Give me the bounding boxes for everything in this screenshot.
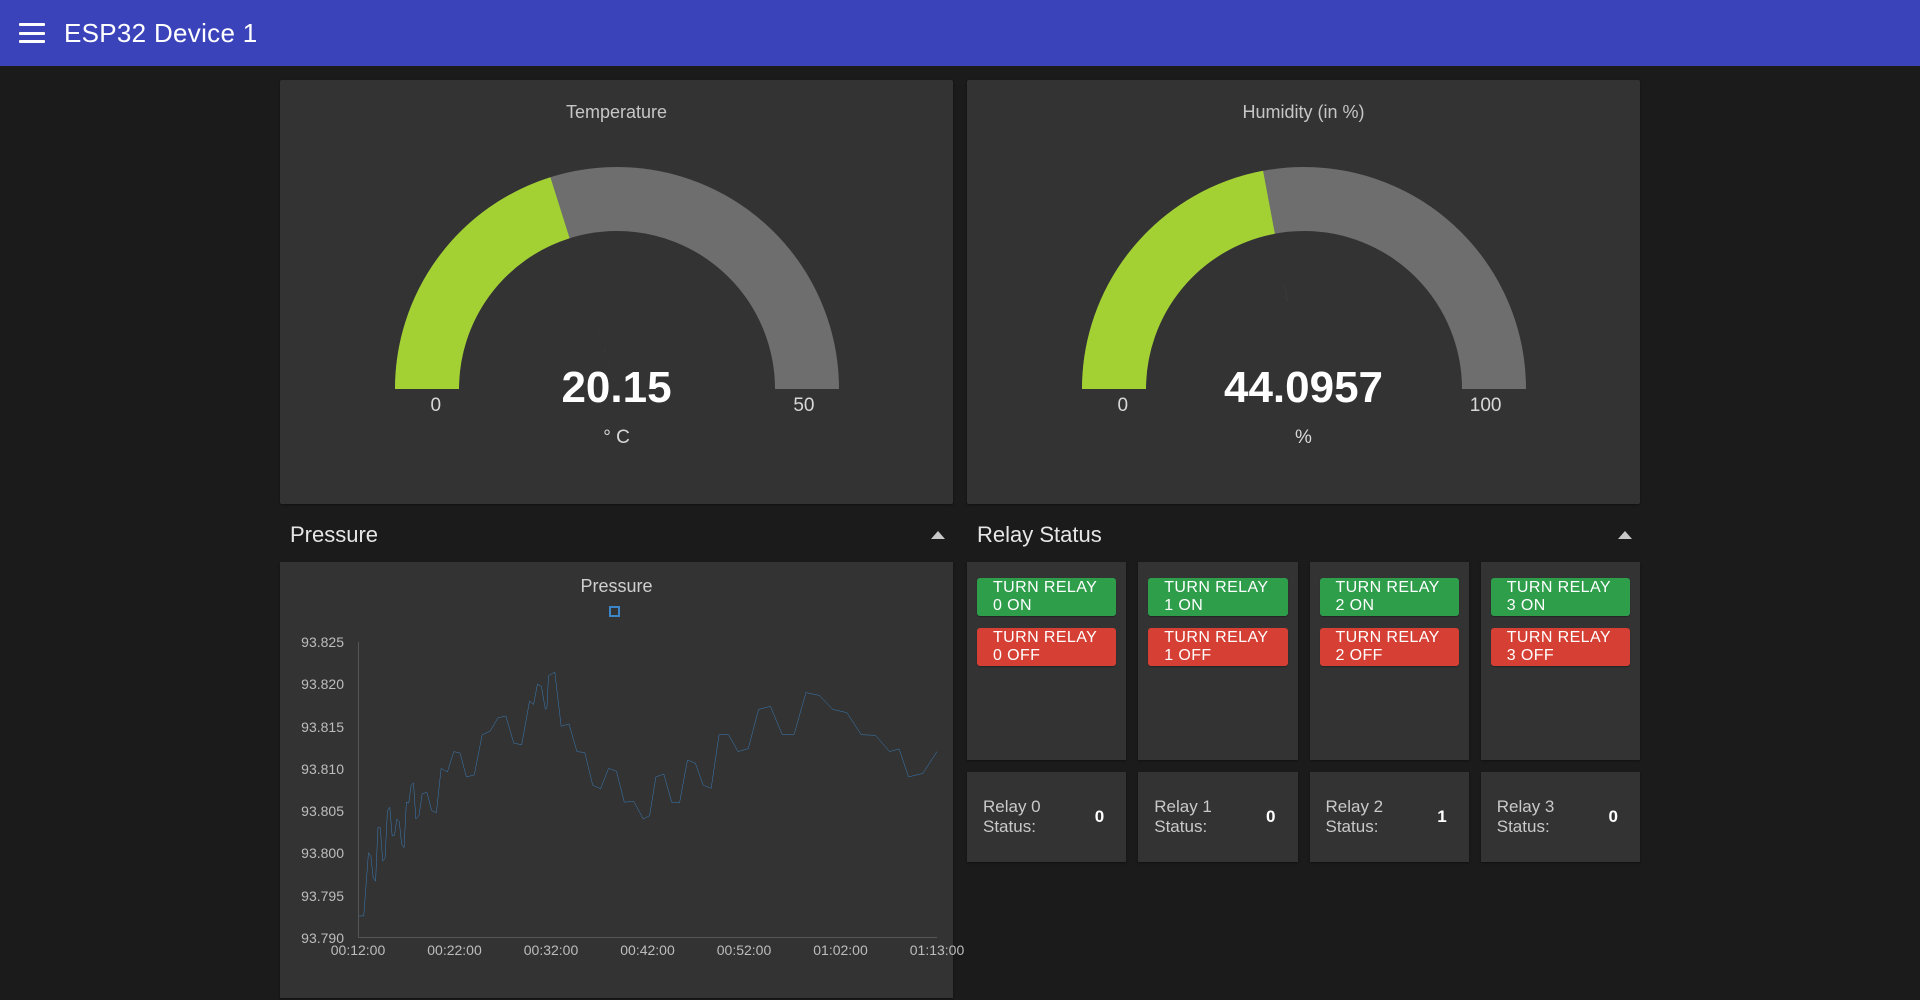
y-tick: 93.820 bbox=[301, 676, 344, 692]
temperature-gauge-unit: ° C bbox=[377, 427, 857, 449]
temperature-gauge-max: 50 bbox=[793, 395, 814, 417]
relay-0-on-button[interactable]: TURN RELAY 0 ON bbox=[977, 578, 1116, 616]
y-tick: 93.825 bbox=[301, 634, 344, 650]
relay-3-off-button[interactable]: TURN RELAY 3 OFF bbox=[1491, 628, 1630, 666]
collapse-icon[interactable] bbox=[931, 531, 945, 539]
collapse-icon[interactable] bbox=[1618, 531, 1632, 539]
relay-cell-1: TURN RELAY 1 ON TURN RELAY 1 OFF bbox=[1138, 562, 1297, 760]
y-tick: 93.800 bbox=[301, 845, 344, 861]
relay-0-status: Relay 0 Status: 0 bbox=[967, 772, 1126, 862]
relay-cell-0: TURN RELAY 0 ON TURN RELAY 0 OFF bbox=[967, 562, 1126, 760]
y-tick: 93.815 bbox=[301, 719, 344, 735]
relay-0-status-label: Relay 0 Status: bbox=[983, 797, 1081, 837]
temperature-gauge-title: Temperature bbox=[310, 102, 923, 123]
relay-grid: TURN RELAY 0 ONTURN RELAY 0 OFFTURN RELA… bbox=[967, 562, 1640, 862]
humidity-gauge-panel: Humidity (in %) 44.0957 0 100 % bbox=[967, 80, 1640, 504]
relay-3-status-label: Relay 3 Status: bbox=[1497, 797, 1595, 837]
x-tick: 01:02:00 bbox=[813, 942, 868, 958]
x-tick: 00:42:00 bbox=[620, 942, 675, 958]
y-tick: 93.805 bbox=[301, 803, 344, 819]
pressure-section-title: Pressure bbox=[290, 522, 378, 548]
relay-2-status-value: 1 bbox=[1437, 807, 1446, 827]
page-title: ESP32 Device 1 bbox=[64, 18, 258, 49]
relay-0-status-value: 0 bbox=[1095, 807, 1104, 827]
humidity-gauge-min: 0 bbox=[1118, 395, 1129, 417]
relay-2-status: Relay 2 Status: 1 bbox=[1310, 772, 1469, 862]
pressure-chart-legend bbox=[294, 603, 939, 619]
humidity-gauge-unit: % bbox=[1064, 427, 1544, 449]
relay-1-on-button[interactable]: TURN RELAY 1 ON bbox=[1148, 578, 1287, 616]
y-tick: 93.810 bbox=[301, 761, 344, 777]
temperature-gauge-value: 20.15 bbox=[377, 363, 857, 413]
temperature-gauge-min: 0 bbox=[431, 395, 442, 417]
humidity-gauge-max: 100 bbox=[1470, 395, 1502, 417]
relay-cell-2: TURN RELAY 2 ON TURN RELAY 2 OFF bbox=[1310, 562, 1469, 760]
x-tick: 00:32:00 bbox=[524, 942, 579, 958]
relay-2-status-label: Relay 2 Status: bbox=[1326, 797, 1424, 837]
temperature-gauge-panel: Temperature 20.15 0 50 ° C bbox=[280, 80, 953, 504]
pressure-section-header[interactable]: Pressure bbox=[280, 508, 953, 562]
x-tick: 00:22:00 bbox=[427, 942, 482, 958]
x-tick: 01:13:00 bbox=[910, 942, 965, 958]
app-header: ESP32 Device 1 bbox=[0, 0, 1920, 66]
pressure-chart-title: Pressure bbox=[294, 576, 939, 597]
relay-2-on-button[interactable]: TURN RELAY 2 ON bbox=[1320, 578, 1459, 616]
relay-cell-3: TURN RELAY 3 ON TURN RELAY 3 OFF bbox=[1481, 562, 1640, 760]
x-tick: 00:52:00 bbox=[717, 942, 772, 958]
relay-section-header[interactable]: Relay Status bbox=[967, 508, 1640, 562]
pressure-chart-panel: Pressure 93.79093.79593.80093.80593.8109… bbox=[280, 562, 953, 998]
humidity-gauge-title: Humidity (in %) bbox=[997, 102, 1610, 123]
pressure-chart-plot[interactable] bbox=[358, 642, 937, 938]
relay-3-status: Relay 3 Status: 0 bbox=[1481, 772, 1640, 862]
relay-3-status-value: 0 bbox=[1609, 807, 1618, 827]
relay-1-status-value: 0 bbox=[1266, 807, 1275, 827]
humidity-gauge: 44.0957 0 100 % bbox=[1064, 129, 1544, 389]
relay-1-status-label: Relay 1 Status: bbox=[1154, 797, 1252, 837]
relay-section-title: Relay Status bbox=[977, 522, 1102, 548]
relay-1-status: Relay 1 Status: 0 bbox=[1138, 772, 1297, 862]
menu-icon[interactable] bbox=[18, 19, 46, 47]
relay-0-off-button[interactable]: TURN RELAY 0 OFF bbox=[977, 628, 1116, 666]
temperature-gauge: 20.15 0 50 ° C bbox=[377, 129, 857, 389]
y-tick: 93.795 bbox=[301, 888, 344, 904]
x-tick: 00:12:00 bbox=[331, 942, 386, 958]
relay-3-on-button[interactable]: TURN RELAY 3 ON bbox=[1491, 578, 1630, 616]
relay-2-off-button[interactable]: TURN RELAY 2 OFF bbox=[1320, 628, 1459, 666]
relay-1-off-button[interactable]: TURN RELAY 1 OFF bbox=[1148, 628, 1287, 666]
